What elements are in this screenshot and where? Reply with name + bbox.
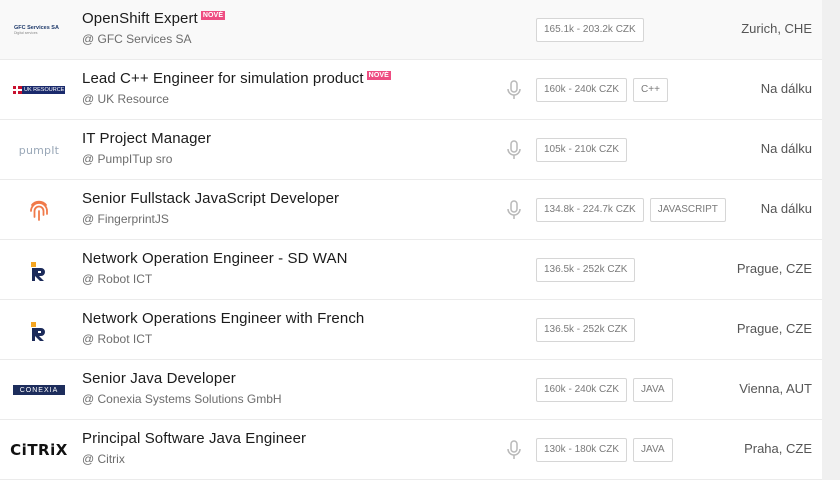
job-row[interactable]: CONEXIA Senior Java Developer @ Conexia …	[0, 360, 822, 420]
job-title[interactable]: Network Operations Engineer with French	[82, 310, 364, 327]
tag-group: 134.8k - 224.7k CZK JAVASCRIPT	[536, 198, 726, 222]
job-title[interactable]: Network Operation Engineer - SD WAN	[82, 250, 348, 267]
company-name[interactable]: @ Citrix	[82, 452, 125, 466]
tag-group: 160k - 240k CZK JAVA	[536, 378, 673, 402]
company-logo-fingerprintjs	[10, 190, 68, 230]
salary-tag: 136.5k - 252k CZK	[536, 318, 636, 342]
uk-logo-text: UK RESOURCE	[24, 87, 65, 93]
pumpit-logo-text: pumpIt	[18, 143, 60, 157]
company-logo-conexia: CONEXIA	[10, 370, 68, 410]
conexia-logo-text: CONEXIA	[19, 386, 59, 394]
company-name[interactable]: @ GFC Services SA	[82, 32, 192, 46]
microphone-icon	[507, 440, 521, 459]
job-list: GFC Services SA Digital services OpenShi…	[0, 0, 822, 480]
company-name[interactable]: @ Robot ICT	[82, 272, 152, 286]
job-row[interactable]: GFC Services SA Digital services OpenShi…	[0, 0, 822, 60]
robot-ict-logo-icon	[31, 262, 45, 281]
job-location: Prague, CZE	[736, 261, 812, 276]
job-row[interactable]: UK RESOURCE Lead C++ Engineer for simula…	[0, 60, 822, 120]
job-row[interactable]: CiTRiX Principal Software Java Engineer …	[0, 420, 822, 480]
job-title[interactable]: Senior Fullstack JavaScript Developer	[82, 190, 339, 207]
tag-group: 136.5k - 252k CZK	[536, 318, 636, 342]
job-location: Zurich, CHE	[741, 21, 812, 36]
tag-group: 130k - 180k CZK JAVA	[536, 438, 673, 462]
salary-tag: 136.5k - 252k CZK	[536, 258, 636, 282]
skill-tag: JAVASCRIPT	[649, 198, 726, 222]
job-row[interactable]: Network Operation Engineer - SD WAN @ Ro…	[0, 240, 822, 300]
fingerprint-icon	[30, 200, 48, 221]
skill-tag: C++	[633, 78, 668, 102]
salary-tag: 105k - 210k CZK	[536, 138, 628, 162]
salary-tag: 160k - 240k CZK	[536, 378, 628, 402]
company-name[interactable]: @ FingerprintJS	[82, 212, 169, 226]
job-title-text[interactable]: OpenShift Expert	[82, 10, 198, 27]
microphone-icon	[507, 200, 521, 219]
company-logo-robot-ict	[10, 250, 68, 290]
new-badge: NOVÉ	[366, 71, 391, 80]
job-row[interactable]: pumpIt IT Project Manager @ PumpITup sro…	[0, 120, 822, 180]
job-title[interactable]: Principal Software Java Engineer	[82, 430, 306, 447]
new-badge: NOVÉ	[200, 11, 226, 20]
salary-tag: 160k - 240k CZK	[536, 78, 628, 102]
salary-tag: 134.8k - 224.7k CZK	[536, 198, 644, 222]
tag-group: 136.5k - 252k CZK	[536, 258, 636, 282]
microphone-icon	[507, 140, 521, 159]
salary-tag: 165.1k - 203.2k CZK	[536, 18, 644, 42]
job-title-text[interactable]: Lead C++ Engineer for simulation product	[82, 70, 364, 87]
company-logo-robot-ict	[10, 310, 68, 350]
job-location: Na dálku	[760, 201, 812, 216]
salary-tag: 130k - 180k CZK	[536, 438, 628, 462]
job-location: Praha, CZE	[744, 441, 812, 456]
company-name[interactable]: @ UK Resource	[82, 92, 169, 106]
skill-tag: JAVA	[633, 438, 673, 462]
skill-tag: JAVA	[633, 378, 673, 402]
company-logo-uk-resource: UK RESOURCE	[10, 70, 68, 110]
job-location: Prague, CZE	[736, 321, 812, 336]
job-row[interactable]: Network Operations Engineer with French …	[0, 300, 822, 360]
gfc-logo-subtext: Digital services	[14, 31, 38, 35]
tag-group: 165.1k - 203.2k CZK	[536, 18, 644, 42]
company-name[interactable]: @ Robot ICT	[82, 332, 152, 346]
company-logo-pumpitup: pumpIt	[10, 130, 68, 170]
job-row[interactable]: Senior Fullstack JavaScript Developer @ …	[0, 180, 822, 240]
job-title[interactable]: Senior Java Developer	[82, 370, 236, 387]
job-title[interactable]: IT Project Manager	[82, 130, 211, 147]
job-location: Na dálku	[760, 81, 812, 96]
uk-flag-icon	[13, 86, 22, 94]
job-location: Na dálku	[760, 141, 812, 156]
tag-group: 160k - 240k CZK C++	[536, 78, 668, 102]
microphone-icon	[507, 80, 521, 99]
citrix-logo-text: CiTRiX	[10, 441, 68, 459]
job-title[interactable]: OpenShift Expert NOVÉ	[82, 10, 226, 27]
company-name[interactable]: @ Conexia Systems Solutions GmbH	[82, 392, 282, 406]
company-name[interactable]: @ PumpITup sro	[82, 152, 172, 166]
job-location: Vienna, AUT	[739, 381, 812, 396]
robot-ict-logo-icon	[31, 322, 45, 341]
tag-group: 105k - 210k CZK	[536, 138, 628, 162]
company-logo-gfc: GFC Services SA Digital services	[10, 10, 68, 50]
job-title[interactable]: Lead C++ Engineer for simulation product…	[82, 70, 391, 87]
scrollbar-track[interactable]	[822, 0, 840, 480]
company-logo-citrix: CiTRiX	[10, 430, 68, 470]
